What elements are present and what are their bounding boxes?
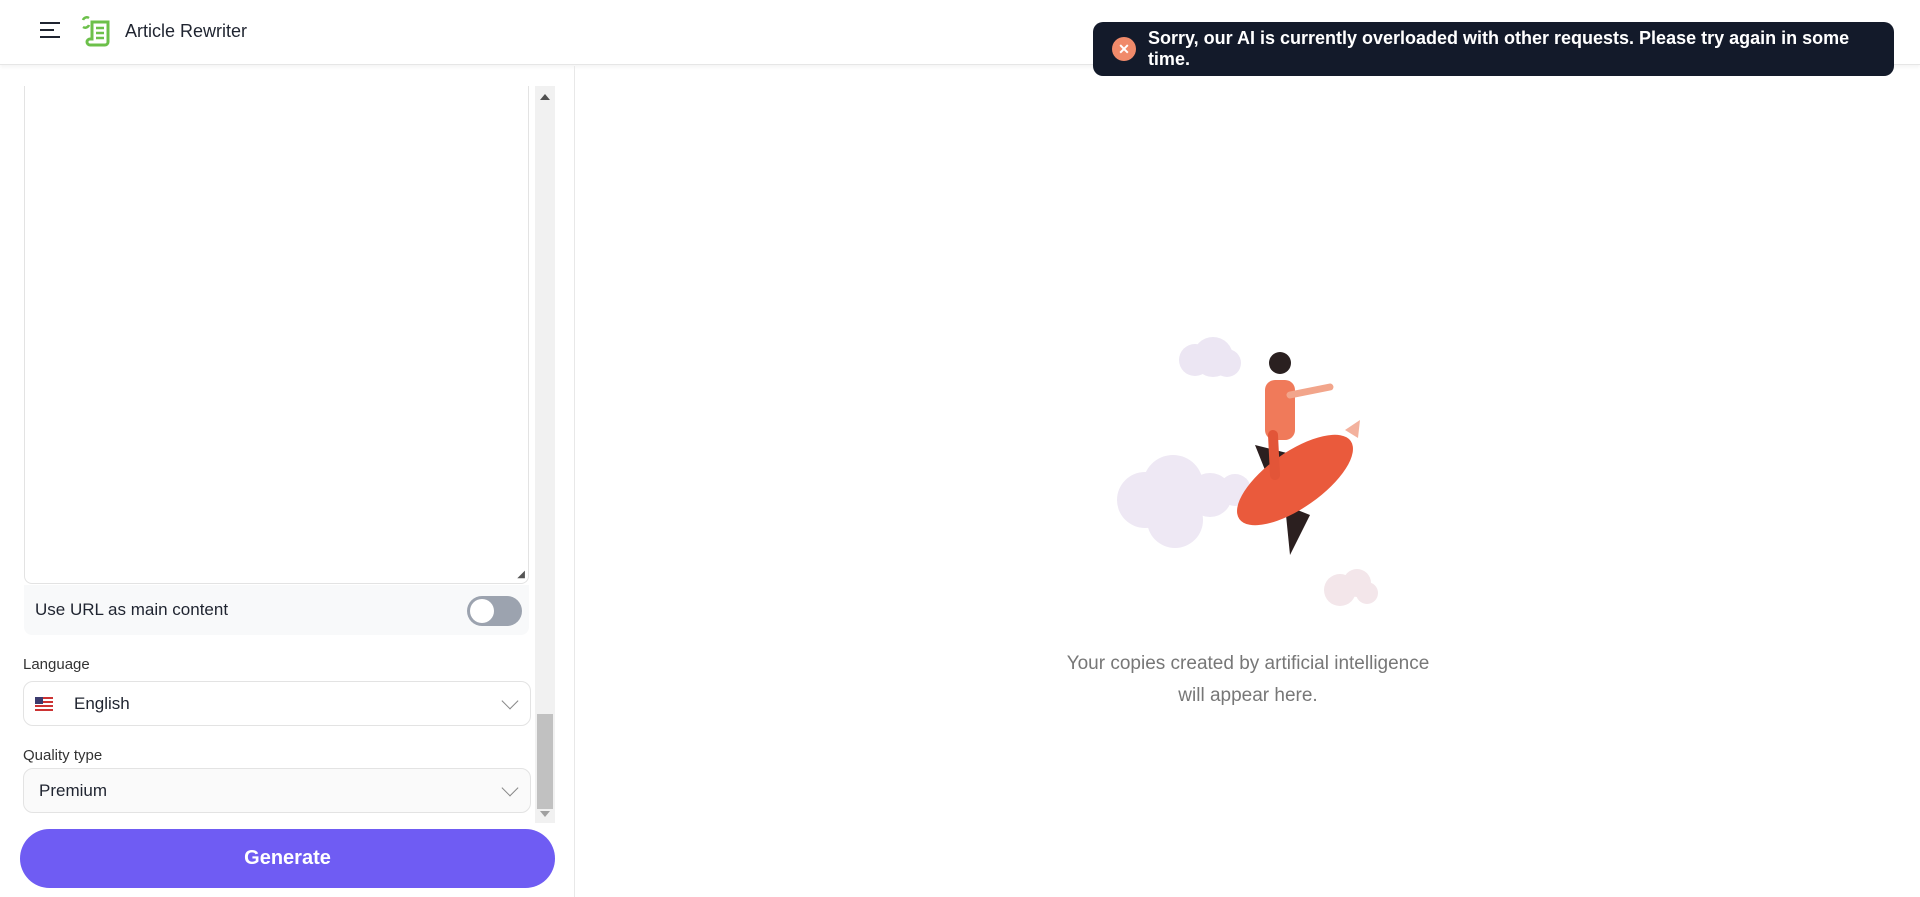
rocket-illustration	[1117, 337, 1378, 606]
url-toggle-row: Use URL as main content	[24, 585, 529, 635]
hamburger-menu-icon[interactable]	[40, 22, 60, 38]
error-toast: ✕ Sorry, our AI is currently overloaded …	[1093, 22, 1894, 76]
language-value: English	[74, 693, 130, 713]
empty-state-line-1: Your copies created by artificial intell…	[1066, 653, 1430, 674]
chevron-down-icon	[501, 779, 519, 797]
us-flag-icon	[35, 697, 53, 711]
language-label: Language	[23, 656, 90, 673]
toast-message: Sorry, our AI is currently overloaded wi…	[1147, 28, 1850, 69]
generate-button[interactable]: Generate	[20, 829, 555, 888]
page-title: Article Rewriter	[125, 21, 248, 41]
scroll-thumb[interactable]	[537, 714, 553, 809]
url-toggle-switch[interactable]	[467, 596, 522, 626]
language-select[interactable]: English	[23, 681, 531, 726]
error-circle-x-icon: ✕	[1112, 37, 1136, 61]
url-toggle-label: Use URL as main content	[35, 600, 229, 619]
empty-state-line-2: will appear here.	[1178, 685, 1318, 706]
quality-label: Quality type	[23, 747, 103, 764]
chevron-down-icon	[501, 692, 519, 710]
panel-scrollbar[interactable]	[535, 86, 555, 823]
quality-select[interactable]: Premium	[23, 768, 531, 813]
scroll-up-icon[interactable]	[540, 94, 550, 100]
article-rewriter-logo-icon	[81, 16, 110, 47]
empty-state-caption: Your copies created by artificial intell…	[975, 648, 1521, 712]
input-panel: ◢ Use URL as main content Language Engli…	[0, 66, 575, 897]
resize-handle-icon[interactable]: ◢	[517, 569, 525, 580]
quality-value: Premium	[39, 780, 108, 800]
scroll-down-icon[interactable]	[540, 811, 550, 817]
content-textarea[interactable]: ◢	[24, 86, 529, 584]
